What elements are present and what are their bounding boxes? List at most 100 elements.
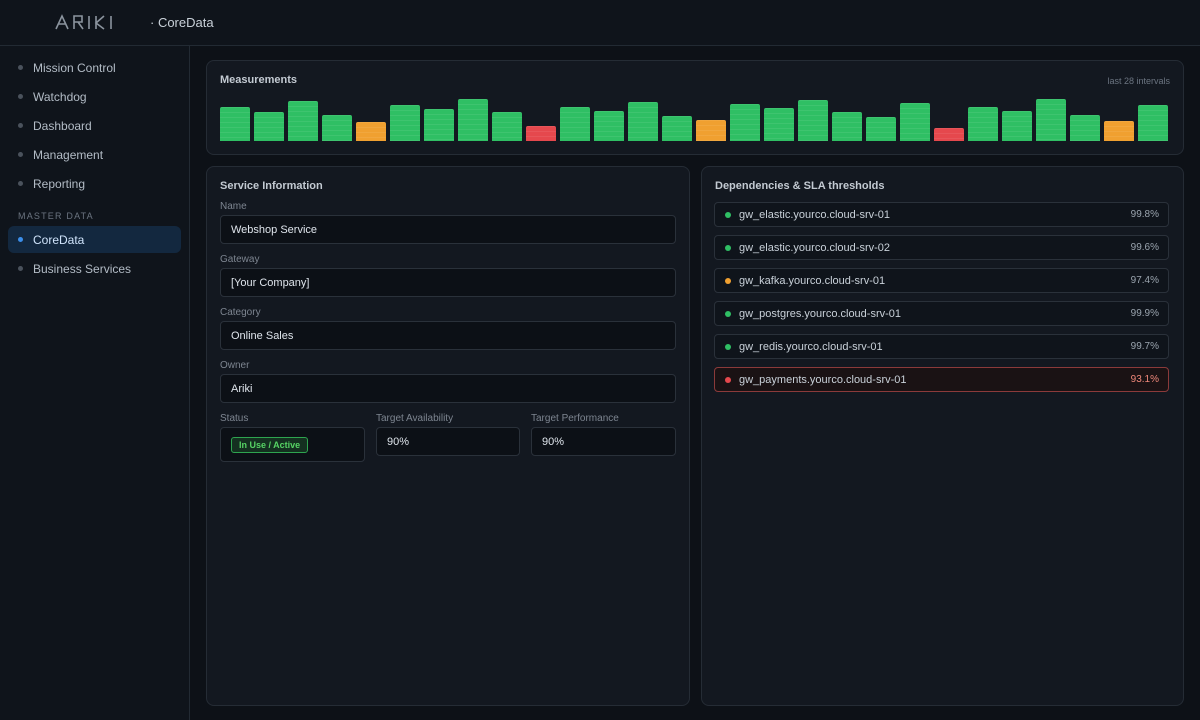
dependency-name: gw_payments.yourco.cloud-srv-01 bbox=[739, 373, 907, 386]
measurement-bar[interactable] bbox=[1036, 99, 1066, 141]
target-performance-label: Target Performance bbox=[531, 413, 619, 424]
dependency-row[interactable]: gw_elastic.yourco.cloud-srv-02 99.6% bbox=[714, 235, 1169, 260]
sidebar-item-label: CoreData bbox=[33, 232, 85, 247]
measurement-bar[interactable] bbox=[934, 128, 964, 141]
dependencies-panel: Dependencies & SLA thresholds gw_elastic… bbox=[701, 166, 1184, 706]
bullet-icon bbox=[18, 181, 23, 186]
logo[interactable] bbox=[54, 13, 126, 31]
breadcrumb[interactable]: · CoreData bbox=[150, 15, 214, 30]
measurement-bar[interactable] bbox=[526, 126, 556, 141]
dependency-name: gw_elastic.yourco.cloud-srv-02 bbox=[739, 241, 891, 254]
measurements-interval-note: last 28 intervals bbox=[1107, 76, 1170, 86]
category-label: Category bbox=[220, 307, 261, 318]
measurement-bar[interactable] bbox=[968, 107, 998, 141]
measurement-bar[interactable] bbox=[798, 100, 828, 141]
logo-mark-icon bbox=[55, 14, 112, 30]
bullet-icon bbox=[18, 152, 23, 157]
sidebar-item-label: Dashboard bbox=[33, 118, 92, 133]
measurement-bar[interactable] bbox=[900, 103, 930, 141]
status-dot-icon bbox=[725, 376, 731, 383]
sidebar-item-coredata[interactable]: CoreData bbox=[8, 226, 181, 253]
sidebar-item-label: Watchdog bbox=[33, 89, 87, 104]
sidebar-item-label: Management bbox=[33, 147, 104, 162]
top-bar: · CoreData bbox=[0, 0, 1200, 46]
bullet-icon bbox=[18, 266, 23, 271]
measurement-bar[interactable] bbox=[1002, 111, 1032, 141]
dependency-row[interactable]: gw_payments.yourco.cloud-srv-01 93.1% bbox=[714, 367, 1169, 392]
sidebar-item-dashboard[interactable]: Dashboard bbox=[8, 112, 181, 139]
measurement-bar[interactable] bbox=[458, 99, 488, 141]
bullet-icon bbox=[18, 65, 23, 70]
dependency-sla-value: 99.7% bbox=[1130, 341, 1159, 352]
measurement-bar[interactable] bbox=[254, 112, 284, 141]
measurement-bar[interactable] bbox=[288, 101, 318, 141]
gateway-field[interactable]: [Your Company] bbox=[220, 268, 676, 297]
dependency-row[interactable]: gw_kafka.yourco.cloud-srv-01 97.4% bbox=[714, 268, 1169, 293]
measurement-bar[interactable] bbox=[1138, 105, 1168, 141]
target-availability-label: Target Availability bbox=[376, 413, 454, 424]
bullet-icon bbox=[18, 94, 23, 99]
sidebar-item-label: Reporting bbox=[33, 176, 86, 191]
measurement-bar[interactable] bbox=[832, 112, 862, 141]
measurement-bar[interactable] bbox=[730, 104, 760, 141]
sidebar-item-watchdog[interactable]: Watchdog bbox=[8, 83, 181, 110]
sidebar-item-label: Business Services bbox=[33, 261, 132, 276]
sidebar-item-label: Mission Control bbox=[33, 60, 116, 75]
dependency-sla-value: 93.1% bbox=[1130, 374, 1159, 385]
status-field[interactable]: In Use / Active bbox=[220, 427, 365, 462]
owner-label: Owner bbox=[220, 360, 250, 371]
measurement-bar[interactable] bbox=[220, 107, 250, 141]
measurement-bar[interactable] bbox=[1104, 121, 1134, 141]
measurement-bar[interactable] bbox=[662, 116, 692, 141]
service-information-title: Service Information bbox=[220, 180, 323, 192]
measurements-panel: Measurements last 28 intervals bbox=[206, 60, 1184, 155]
dependency-sla-value: 99.6% bbox=[1130, 242, 1159, 253]
owner-field[interactable]: Ariki bbox=[220, 374, 676, 403]
name-label: Name bbox=[220, 201, 247, 212]
sidebar-item-mission-control[interactable]: Mission Control bbox=[8, 54, 181, 81]
sidebar-item-management[interactable]: Management bbox=[8, 141, 181, 168]
measurements-title: Measurements bbox=[220, 74, 298, 86]
measurement-bar[interactable] bbox=[764, 108, 794, 141]
measurement-bar[interactable] bbox=[628, 102, 658, 141]
sidebar-item-reporting[interactable]: Reporting bbox=[8, 170, 181, 197]
status-label: Status bbox=[220, 413, 249, 424]
sidebar-section-label: MASTER DATA bbox=[18, 211, 94, 221]
dependency-name: gw_kafka.yourco.cloud-srv-01 bbox=[739, 274, 886, 287]
measurement-bar[interactable] bbox=[390, 105, 420, 141]
measurement-bar[interactable] bbox=[424, 109, 454, 141]
measurement-bar[interactable] bbox=[492, 112, 522, 141]
status-dot-icon bbox=[725, 211, 731, 218]
dependency-row[interactable]: gw_postgres.yourco.cloud-srv-01 99.9% bbox=[714, 301, 1169, 326]
gateway-label: Gateway bbox=[220, 254, 260, 265]
dependency-sla-value: 97.4% bbox=[1130, 275, 1159, 286]
bullet-icon bbox=[18, 237, 23, 242]
measurement-bar[interactable] bbox=[866, 117, 896, 141]
service-information-panel: Service Information Name Webshop Service… bbox=[206, 166, 690, 706]
measurement-bar[interactable] bbox=[1070, 115, 1100, 141]
status-dot-icon bbox=[725, 277, 731, 284]
measurement-bar[interactable] bbox=[696, 120, 726, 141]
status-dot-icon bbox=[725, 244, 731, 251]
measurements-bar-chart bbox=[220, 99, 1172, 141]
dependency-row[interactable]: gw_elastic.yourco.cloud-srv-01 99.8% bbox=[714, 202, 1169, 227]
measurement-bar[interactable] bbox=[560, 107, 590, 141]
status-badge: In Use / Active bbox=[231, 436, 309, 453]
measurement-bar[interactable] bbox=[356, 122, 386, 141]
measurement-bar[interactable] bbox=[594, 111, 624, 141]
dependency-name: gw_elastic.yourco.cloud-srv-01 bbox=[739, 208, 891, 221]
sidebar-item-business-services[interactable]: Business Services bbox=[8, 255, 181, 282]
dependency-row[interactable]: gw_redis.yourco.cloud-srv-01 99.7% bbox=[714, 334, 1169, 359]
bullet-icon bbox=[18, 123, 23, 128]
target-availability-field[interactable]: 90% bbox=[376, 427, 520, 456]
dependency-name: gw_redis.yourco.cloud-srv-01 bbox=[739, 340, 883, 353]
measurement-bar[interactable] bbox=[322, 115, 352, 141]
dependency-name: gw_postgres.yourco.cloud-srv-01 bbox=[739, 307, 902, 320]
dependencies-title: Dependencies & SLA thresholds bbox=[715, 180, 885, 192]
category-field[interactable]: Online Sales bbox=[220, 321, 676, 350]
target-performance-field[interactable]: 90% bbox=[531, 427, 676, 456]
sidebar: Mission Control Watchdog Dashboard Manag… bbox=[0, 46, 190, 720]
dependency-sla-value: 99.8% bbox=[1130, 209, 1159, 220]
name-field[interactable]: Webshop Service bbox=[220, 215, 676, 244]
status-dot-icon bbox=[725, 310, 731, 317]
